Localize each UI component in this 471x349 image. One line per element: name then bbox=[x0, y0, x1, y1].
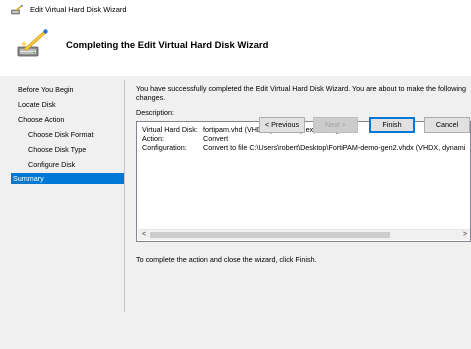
wizard-window: Edit Virtual Hard Disk Wizard Completing… bbox=[0, 0, 471, 349]
wizard-disk-icon bbox=[17, 29, 48, 57]
nav-step-label: Summary bbox=[13, 174, 44, 183]
description-value: Convert bbox=[203, 134, 229, 143]
wizard-body: Before You Begin Locate Disk Choose Acti… bbox=[0, 76, 471, 319]
nav-step-summary[interactable]: Summary bbox=[11, 173, 124, 184]
next-button[interactable]: Next > bbox=[313, 117, 358, 133]
scroll-left-arrow-icon[interactable]: < bbox=[140, 230, 148, 240]
wizard-header: Completing the Edit Virtual Hard Disk Wi… bbox=[0, 20, 471, 76]
summary-intro-text: You have successfully completed the Edit… bbox=[136, 84, 467, 102]
nav-step-before-you-begin[interactable]: Before You Begin bbox=[11, 84, 124, 95]
nav-step-label: Choose Disk Type bbox=[28, 145, 87, 154]
description-key: Action: bbox=[142, 134, 164, 143]
window-title: Edit Virtual Hard Disk Wizard bbox=[30, 5, 127, 14]
finish-button[interactable]: Finish bbox=[369, 117, 415, 133]
nav-step-locate-disk[interactable]: Locate Disk bbox=[11, 99, 124, 110]
nav-step-label: Configure Disk bbox=[28, 160, 76, 169]
finish-instruction-text: To complete the action and close the wiz… bbox=[136, 255, 317, 264]
horizontal-scrollbar[interactable]: < > bbox=[138, 229, 470, 240]
cancel-button[interactable]: Cancel bbox=[424, 117, 470, 133]
description-key: Configuration: bbox=[142, 143, 187, 152]
nav-step-label: Choose Action bbox=[18, 115, 65, 124]
page-title: Completing the Edit Virtual Hard Disk Wi… bbox=[66, 40, 269, 51]
nav-step-label: Before You Begin bbox=[18, 85, 74, 94]
scrollbar-thumb[interactable] bbox=[150, 232, 390, 238]
nav-step-label: Locate Disk bbox=[18, 100, 56, 109]
description-label: Description: bbox=[136, 108, 174, 117]
wizard-step-nav: Before You Begin Locate Disk Choose Acti… bbox=[11, 80, 125, 312]
description-value: Convert to file C:\Users\robert\Desktop\… bbox=[203, 143, 466, 152]
nav-step-choose-disk-type[interactable]: Choose Disk Type bbox=[11, 144, 124, 155]
nav-step-label: Choose Disk Format bbox=[28, 130, 94, 139]
description-key: Virtual Hard Disk: bbox=[142, 125, 198, 134]
nav-step-configure-disk[interactable]: Configure Disk bbox=[11, 159, 124, 170]
nav-step-choose-action[interactable]: Choose Action bbox=[11, 114, 124, 125]
nav-step-choose-disk-format[interactable]: Choose Disk Format bbox=[11, 129, 124, 140]
title-bar: Edit Virtual Hard Disk Wizard bbox=[0, 0, 471, 20]
wizard-title-icon bbox=[11, 5, 23, 15]
previous-button[interactable]: < Previous bbox=[259, 117, 305, 133]
scroll-right-arrow-icon[interactable]: > bbox=[461, 230, 469, 240]
description-box[interactable]: Virtual Hard Disk: fortipam.vhd (VHD, dy… bbox=[136, 121, 471, 242]
